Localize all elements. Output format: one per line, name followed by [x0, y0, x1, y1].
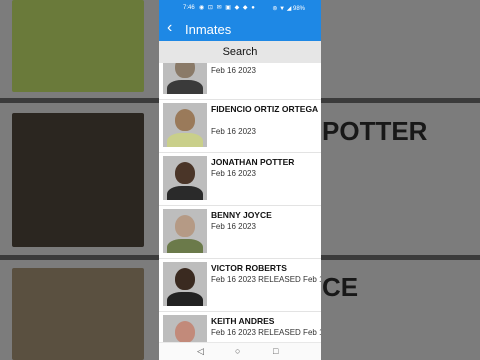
search-label: Search [222, 46, 258, 58]
booking-date: Feb 16 2023 RELEASED Feb 1 [211, 275, 321, 284]
inmate-name: FIDENCIO ORTIZ ORTEGA [211, 104, 319, 114]
bg-text-ce: CE [322, 272, 359, 302]
status-time: 7:46 [183, 5, 195, 11]
page-title: Inmates [185, 22, 232, 37]
mugshot-shirt [167, 80, 203, 94]
mugshot-head [175, 63, 195, 78]
bg-photo-3 [12, 268, 144, 360]
app-bar: ‹ Inmates [159, 17, 321, 41]
mugshot-head [175, 162, 195, 184]
list-item[interactable]: VICTOR ROBERTS Feb 16 2023 RELEASED Feb … [159, 259, 321, 312]
list-item[interactable]: Feb 16 2023 [159, 63, 321, 100]
inmate-name: BENNY JOYCE [211, 210, 272, 220]
mugshot-head [175, 321, 195, 342]
mugshot-thumbnail [163, 103, 207, 147]
bg-photo-1 [12, 0, 144, 92]
system-nav-bar: ◁ ○ □ [159, 342, 321, 360]
mugshot-thumbnail [163, 156, 207, 200]
mugshot-thumbnail [163, 315, 207, 342]
mugshot-shirt [167, 133, 203, 147]
mugshot-head [175, 215, 195, 237]
inmate-name: KEITH ANDRES [211, 316, 275, 326]
mugshot-shirt [167, 292, 203, 306]
battery-indicator: ⊚ ▼ ◢ 98% [272, 6, 305, 12]
nav-home-icon[interactable]: ○ [235, 346, 240, 356]
mugshot-shirt [167, 239, 203, 253]
status-bar: 7:46 ◉ ⊡ ✉ ▣ ◆ ◆ ● ⊚ ▼ ◢ 98% [159, 0, 321, 17]
mugshot-thumbnail [163, 209, 207, 253]
booking-date: Feb 16 2023 [211, 169, 256, 178]
back-arrow-icon[interactable]: ‹ [167, 20, 172, 36]
list-item[interactable]: KEITH ANDRES Feb 16 2023 RELEASED Feb 1 [159, 312, 321, 342]
list-item[interactable]: BENNY JOYCE Feb 16 2023 [159, 206, 321, 259]
nav-recents-icon[interactable]: □ [273, 346, 278, 356]
search-button[interactable]: Search [159, 41, 321, 64]
mugshot-head [175, 268, 195, 290]
notification-icons: ◉ ⊡ ✉ ▣ ◆ ◆ ● [199, 5, 256, 11]
inmate-list[interactable]: Feb 16 2023 FIDENCIO ORTIZ ORTEGA Feb 16… [159, 63, 321, 342]
mugshot-thumbnail [163, 262, 207, 306]
bg-photo-2 [12, 113, 144, 247]
booking-date: Feb 16 2023 [211, 66, 256, 75]
inmate-name: JONATHAN POTTER [211, 157, 295, 167]
mugshot-head [175, 109, 195, 131]
list-item[interactable]: FIDENCIO ORTIZ ORTEGA Feb 16 2023 [159, 100, 321, 153]
nav-back-icon[interactable]: ◁ [197, 346, 204, 357]
inmate-name: VICTOR ROBERTS [211, 263, 287, 273]
booking-date: Feb 16 2023 RELEASED Feb 1 [211, 328, 321, 337]
phone-screen: 7:46 ◉ ⊡ ✉ ▣ ◆ ◆ ● ⊚ ▼ ◢ 98% ‹ Inmates S… [159, 0, 321, 360]
mugshot-thumbnail [163, 63, 207, 94]
booking-date: Feb 16 2023 [211, 127, 256, 136]
bg-text-potter: POTTER [322, 116, 428, 146]
booking-date: Feb 16 2023 [211, 222, 256, 231]
mugshot-shirt [167, 186, 203, 200]
list-item[interactable]: JONATHAN POTTER Feb 16 2023 [159, 153, 321, 206]
